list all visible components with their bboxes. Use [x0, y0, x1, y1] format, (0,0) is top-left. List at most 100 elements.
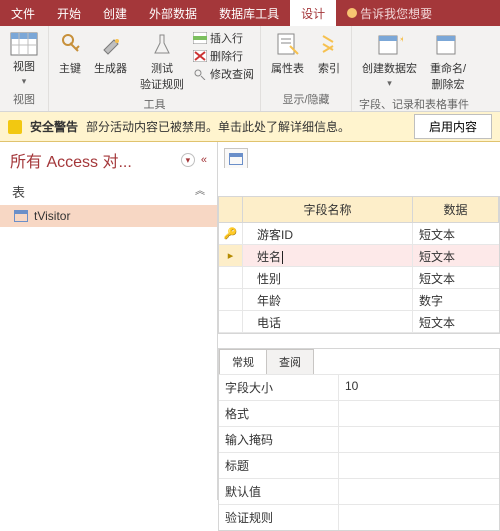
ribbon: 视图 ▾ 视图 主键 生成器 测试 验证规则 插入行 删除行 修改查阅 — [0, 26, 500, 112]
property-value[interactable] — [339, 479, 499, 504]
builder-icon — [100, 32, 122, 58]
doc-tab-table[interactable] — [224, 148, 248, 168]
field-type-cell[interactable]: 短文本 — [413, 267, 499, 288]
col-type[interactable]: 数据 — [413, 197, 499, 222]
field-row[interactable]: 性别短文本 — [219, 267, 499, 289]
row-selector[interactable] — [219, 311, 243, 332]
tab-design[interactable]: 设计 — [290, 0, 336, 26]
index-icon — [317, 32, 341, 58]
group-tools-label: 工具 — [144, 96, 166, 112]
field-name-cell[interactable]: 性别 — [243, 267, 413, 288]
field-type-cell[interactable]: 短文本 — [413, 311, 499, 332]
macro-icon: ✶ — [377, 32, 403, 58]
chevron-down-icon[interactable]: ▾ — [181, 153, 195, 167]
tab-lookup[interactable]: 查阅 — [266, 349, 314, 374]
field-row[interactable]: 年龄数字 — [219, 289, 499, 311]
property-row[interactable]: 输入掩码 — [219, 426, 499, 452]
property-label: 输入掩码 — [219, 427, 339, 452]
insert-row-icon — [193, 32, 207, 44]
delete-row-button[interactable]: 删除行 — [193, 48, 254, 64]
create-macro-button[interactable]: ✶ 创建数据宏 ▾ — [358, 30, 421, 91]
property-sheet-button[interactable]: 属性表 — [267, 30, 308, 78]
ribbon-tabs: 文件 开始 创建 外部数据 数据库工具 设计 告诉我您想要 — [0, 0, 500, 26]
tab-file[interactable]: 文件 — [0, 0, 46, 26]
macro-label: 创建数据宏 — [362, 60, 417, 76]
property-value[interactable]: 10 — [339, 375, 499, 400]
property-row[interactable]: 验证规则 — [219, 504, 499, 530]
col-name[interactable]: 字段名称 — [243, 197, 413, 222]
modify-lookup-button[interactable]: 修改查阅 — [193, 66, 254, 82]
property-value[interactable] — [339, 505, 499, 530]
index-button[interactable]: 索引 — [313, 30, 345, 78]
row-selector[interactable] — [219, 289, 243, 310]
view-label: 视图 — [13, 58, 35, 74]
property-icon — [276, 32, 300, 58]
rename-icon — [435, 32, 461, 58]
field-name-cell[interactable]: 姓名 — [243, 245, 413, 266]
tell-me[interactable]: 告诉我您想要 — [336, 0, 443, 26]
flask-icon — [151, 32, 173, 58]
tell-me-text: 告诉我您想要 — [360, 5, 432, 22]
tab-home[interactable]: 开始 — [46, 0, 92, 26]
row-selector[interactable]: ▸ — [219, 245, 243, 266]
property-value[interactable] — [339, 453, 499, 478]
group-view: 视图 ▾ 视图 — [0, 26, 49, 111]
table-designer: 字段名称 数据 🔑游客ID短文本▸姓名短文本性别短文本年龄数字电话短文本 常规 … — [218, 142, 500, 500]
property-row[interactable]: 格式 — [219, 400, 499, 426]
field-type-cell[interactable]: 数字 — [413, 289, 499, 310]
nav-header[interactable]: 所有 Access 对... ▾ « — [0, 142, 217, 178]
property-value[interactable] — [339, 401, 499, 426]
table-icon — [229, 153, 243, 165]
pk-label: 主键 — [59, 60, 81, 76]
primary-key-button[interactable]: 主键 — [55, 30, 85, 78]
chevron-down-icon: ▾ — [387, 78, 392, 89]
warn-msg: 部分活动内容已被禁用。单击此处了解详细信息。 — [86, 118, 350, 135]
test-label: 测试 验证规则 — [140, 60, 184, 92]
insert-row-button[interactable]: 插入行 — [193, 30, 254, 46]
collapse-icon[interactable]: « — [201, 154, 207, 166]
property-value[interactable] — [339, 427, 499, 452]
field-row[interactable]: 电话短文本 — [219, 311, 499, 333]
selector-header[interactable] — [219, 197, 243, 222]
row-selector[interactable] — [219, 267, 243, 288]
nav-section[interactable]: 表︽ — [0, 178, 217, 205]
tab-create[interactable]: 创建 — [92, 0, 138, 26]
property-label: 字段大小 — [219, 375, 339, 400]
nav-table-item[interactable]: tVisitor — [0, 205, 217, 227]
field-type-cell[interactable]: 短文本 — [413, 223, 499, 244]
rename-macro-button[interactable]: 重命名/ 删除宏 — [426, 30, 470, 94]
field-row[interactable]: 🔑游客ID短文本 — [219, 223, 499, 245]
delete-row-icon — [193, 50, 207, 62]
test-rules-button[interactable]: 测试 验证规则 — [136, 30, 188, 94]
tab-general[interactable]: 常规 — [219, 349, 267, 374]
chevron-down-icon: ▾ — [22, 76, 27, 87]
security-warning-bar[interactable]: 安全警告 部分活动内容已被禁用。单击此处了解详细信息。 启用内容 — [0, 112, 500, 142]
bulb-icon — [347, 8, 357, 18]
enable-content-button[interactable]: 启用内容 — [414, 114, 492, 139]
view-button[interactable]: 视图 ▾ — [6, 30, 42, 89]
index-label: 索引 — [318, 60, 340, 76]
row-ops: 插入行 删除行 修改查阅 — [193, 30, 254, 82]
field-properties: 常规 查阅 字段大小10格式输入掩码标题默认值验证规则 — [218, 348, 500, 531]
svg-text:✶: ✶ — [399, 35, 403, 44]
field-name-cell[interactable]: 游客ID — [243, 223, 413, 244]
property-tabs: 常规 查阅 — [219, 349, 499, 374]
field-row[interactable]: ▸姓名短文本 — [219, 245, 499, 267]
group-view-label: 视图 — [13, 91, 35, 107]
field-name-cell[interactable]: 电话 — [243, 311, 413, 332]
nav-title: 所有 Access 对... — [10, 148, 132, 172]
builder-button[interactable]: 生成器 — [90, 30, 131, 78]
tab-external-data[interactable]: 外部数据 — [138, 0, 208, 26]
field-name-cell[interactable]: 年龄 — [243, 289, 413, 310]
tab-db-tools[interactable]: 数据库工具 — [208, 0, 290, 26]
property-row[interactable]: 默认值 — [219, 478, 499, 504]
row-selector[interactable]: 🔑 — [219, 223, 243, 244]
nav-item-label: tVisitor — [34, 209, 70, 223]
property-row[interactable]: 字段大小10 — [219, 374, 499, 400]
nav-section-label: 表 — [12, 182, 25, 201]
property-row[interactable]: 标题 — [219, 452, 499, 478]
field-type-cell[interactable]: 短文本 — [413, 245, 499, 266]
table-icon — [14, 210, 28, 222]
key-icon — [59, 32, 81, 58]
group-showhide: 属性表 索引 显示/隐藏 — [261, 26, 352, 111]
